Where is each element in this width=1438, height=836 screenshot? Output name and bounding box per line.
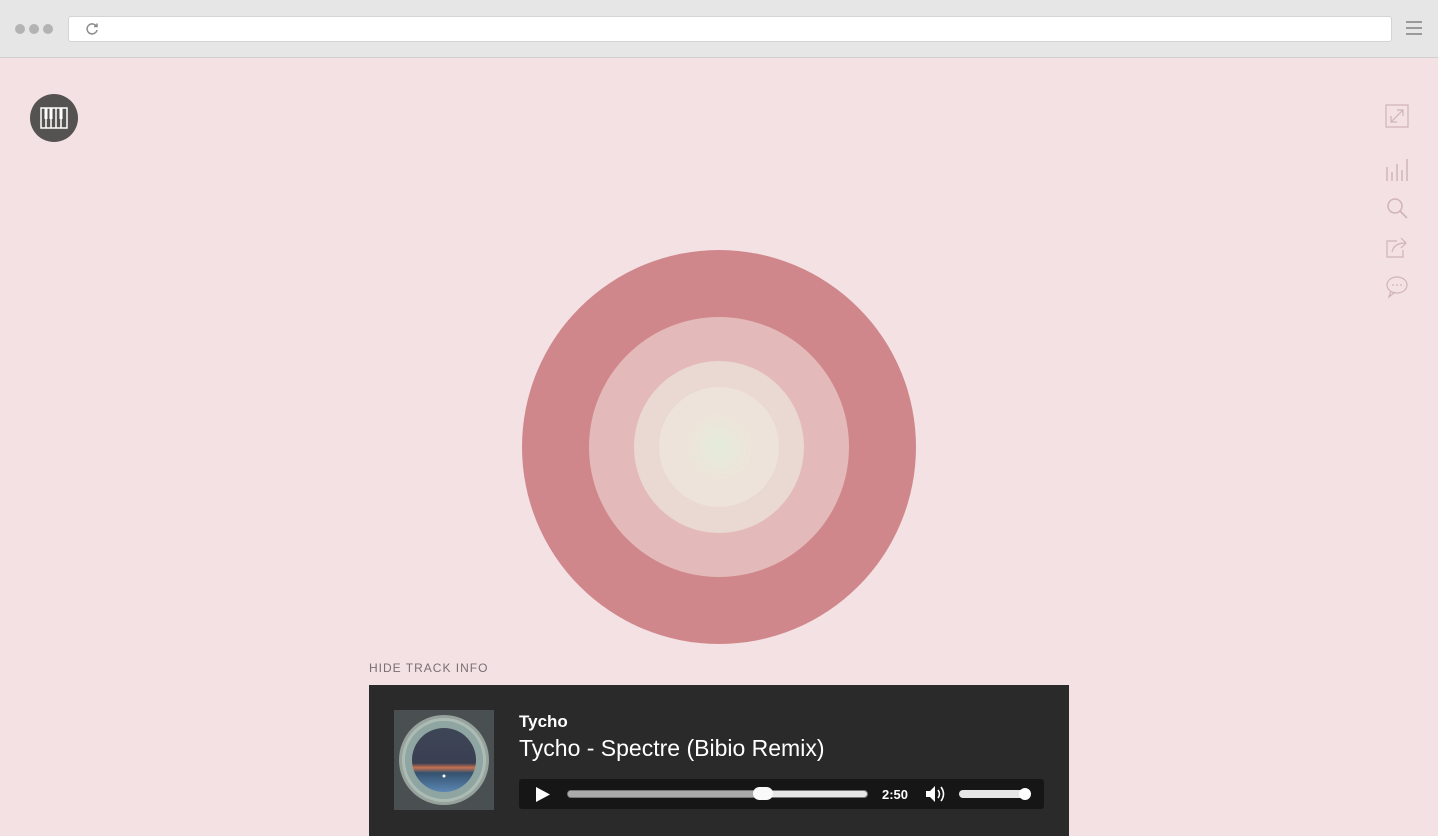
window-controls[interactable]	[15, 24, 53, 34]
window-dot[interactable]	[43, 24, 53, 34]
visualizer-ring-inner	[659, 387, 779, 507]
current-time: 2:50	[882, 787, 909, 802]
seek-bar[interactable]	[567, 790, 868, 798]
track-title: Tycho - Spectre (Bibio Remix)	[519, 735, 825, 761]
audio-player: 2:50	[519, 779, 1044, 809]
volume-slider[interactable]	[959, 790, 1025, 798]
hide-track-info-link[interactable]: HIDE TRACK INFO	[369, 661, 488, 675]
album-art	[394, 710, 494, 810]
seek-bar-fill	[568, 791, 763, 797]
volume-icon[interactable]	[924, 784, 948, 804]
share-icon[interactable]	[1383, 233, 1411, 261]
search-icon[interactable]	[1383, 194, 1411, 222]
play-icon[interactable]	[535, 786, 551, 803]
fullscreen-icon[interactable]	[1383, 102, 1411, 130]
artist-name: Tycho	[519, 712, 568, 731]
window-dot[interactable]	[29, 24, 39, 34]
visualizer-icon[interactable]	[1383, 155, 1411, 183]
hamburger-menu-icon[interactable]	[1406, 21, 1422, 37]
audio-visualizer	[522, 250, 916, 644]
window-dot[interactable]	[15, 24, 25, 34]
track-info-panel: Tycho Tycho - Spectre (Bibio Remix) 2:50	[369, 685, 1069, 836]
address-bar[interactable]	[68, 16, 1392, 42]
piano-keys-icon[interactable]	[30, 94, 78, 142]
seek-thumb[interactable]	[752, 787, 773, 800]
reload-icon[interactable]	[84, 21, 100, 37]
volume-thumb[interactable]	[1019, 788, 1031, 800]
comment-icon[interactable]	[1383, 272, 1411, 300]
browser-chrome	[0, 0, 1438, 58]
